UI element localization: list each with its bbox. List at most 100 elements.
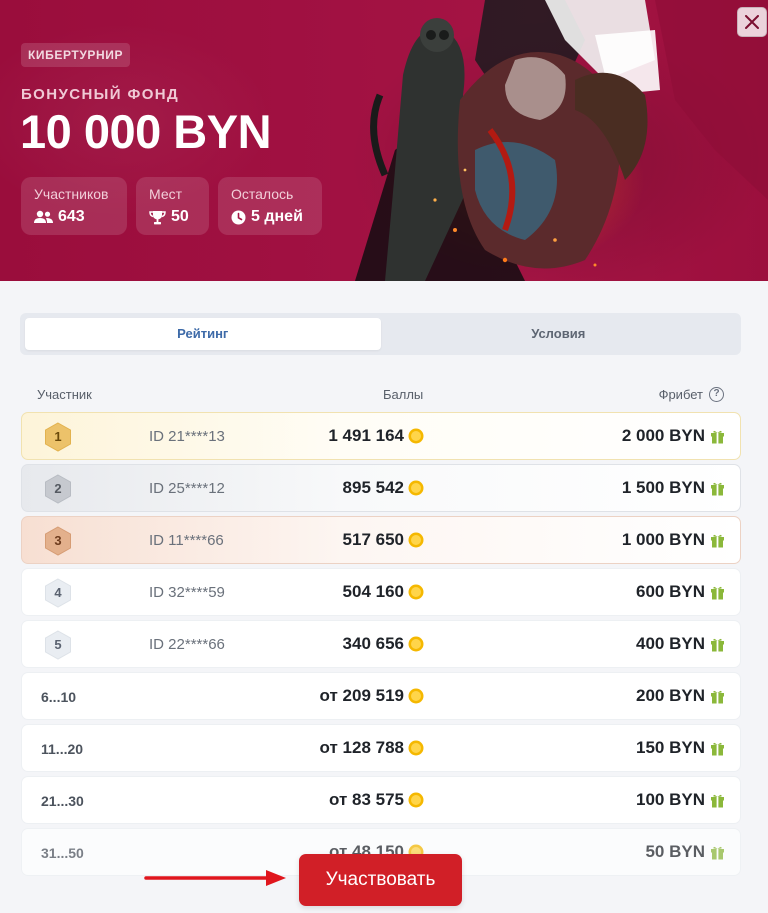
participant-id: ID 21****13 [149,428,225,445]
coin-icon [408,636,424,652]
freebet-value: 600 BYN [636,582,705,601]
rank-badge: 5 [44,630,72,660]
freebet-cell: 150 BYN [636,738,725,758]
tab-rating[interactable]: Рейтинг [25,318,381,350]
gift-icon [710,585,725,600]
rank-number: 4 [54,585,62,600]
gift-icon [710,481,725,496]
gift-icon [710,429,725,444]
points-cell: 1 491 164 [328,426,424,446]
rank-number: 5 [54,637,62,652]
participant-id: ID 32****59 [149,584,225,601]
freebet-value: 50 BYN [645,842,705,861]
tournament-hero-banner: КИБЕРТУРНИР БОНУСНЫЙ ФОНД 10 000 BYN Уча… [0,0,768,281]
rank-badge-silver: 2 [44,474,72,504]
stat-time-left-value: 5 дней [251,208,303,225]
leaderboard-table: 1 ID 21****13 1 491 164 2 000 BYN 2 ID 2… [21,412,741,880]
freebet-cell: 1 000 BYN [622,530,725,550]
bonus-fund-amount: 10 000 BYN [20,105,272,158]
freebet-value: 100 BYN [636,790,705,809]
rank-range: 11...20 [41,741,84,757]
coin-icon [408,688,424,704]
points-value: 1 491 164 [328,426,404,445]
participate-button[interactable]: Участвовать [299,854,462,906]
freebet-cell: 2 000 BYN [622,426,725,446]
leaderboard-row: 5 ID 22****66 340 656 400 BYN [21,620,741,668]
freebet-cell: 50 BYN [645,842,725,862]
points-value: 340 656 [342,634,404,653]
stat-participants-label: Участников [34,186,109,202]
tab-conditions[interactable]: Условия [381,318,737,350]
points-cell: от 209 519 [320,686,424,706]
leaderboard-row: 2 ID 25****12 895 542 1 500 BYN [21,464,741,512]
points-cell: 517 650 [343,530,424,550]
coin-icon [408,532,424,548]
rank-badge-gold: 1 [44,422,72,452]
leaderboard-row: 3 ID 11****66 517 650 1 000 BYN [21,516,741,564]
stat-participants-value: 643 [58,208,85,225]
leaderboard-row: 4 ID 32****59 504 160 600 BYN [21,568,741,616]
participant-id: ID 25****12 [149,480,225,497]
tournament-type-tag: КИБЕРТУРНИР [21,43,131,67]
leaderboard-row: 1 ID 21****13 1 491 164 2 000 BYN [21,412,741,460]
points-value: 517 650 [342,530,404,549]
leaderboard-row: 11...20 от 128 788 150 BYN [21,724,741,772]
clock-icon [231,210,246,225]
stat-places: Мест 50 [136,177,209,235]
freebet-value: 1 000 BYN [621,530,705,549]
gift-icon [710,533,725,548]
freebet-cell: 400 BYN [636,634,725,654]
close-button[interactable] [737,7,767,37]
rank-number: 2 [54,481,62,496]
gift-icon [710,689,725,704]
coin-icon [408,480,424,496]
points-value: от 83 575 [328,790,404,809]
freebet-value: 1 500 BYN [621,478,705,497]
freebet-cell: 1 500 BYN [622,478,725,498]
column-header-points: Баллы [383,387,424,402]
game-characters-artwork [355,0,768,281]
freebet-value: 150 BYN [636,738,705,757]
rank-range: 21...30 [41,793,84,809]
stat-time-left: Осталось 5 дней [218,177,322,235]
users-icon [34,210,53,224]
points-value: от 128 788 [319,738,404,757]
leaderboard-row: 21...30 от 83 575 100 BYN [21,776,741,824]
freebet-value: 2 000 BYN [621,426,705,445]
stat-participants: Участников 643 [21,177,127,235]
rank-badge: 4 [44,578,72,608]
rank-range: 31...50 [41,845,84,861]
points-value: 504 160 [342,582,404,601]
gift-icon [710,793,725,808]
points-cell: 340 656 [343,634,424,654]
points-value: 895 542 [342,478,404,497]
rank-badge-bronze: 3 [44,526,72,556]
close-icon [745,15,759,29]
freebet-cell: 200 BYN [636,686,725,706]
stat-time-left-label: Осталось [231,186,294,202]
points-value: от 209 519 [319,686,404,705]
column-header-freebet: Фрибет [658,387,703,402]
rank-range: 6...10 [41,689,77,705]
column-header-participant: Участник [37,387,92,402]
rank-number: 3 [54,533,62,548]
points-cell: от 128 788 [320,738,424,758]
stat-places-value: 50 [171,208,189,225]
freebet-cell: 600 BYN [636,582,725,602]
help-icon[interactable]: ? [709,387,724,402]
coin-icon [408,428,424,444]
column-header-freebet-wrap: Фрибет ? [659,387,724,402]
points-cell: от 83 575 [329,790,424,810]
rank-number: 1 [54,429,62,444]
stat-places-label: Мест [149,186,183,202]
gift-icon [710,741,725,756]
tournament-tabs: Рейтинг Условия [20,313,741,355]
participant-id: ID 22****66 [149,636,225,653]
coin-icon [408,792,424,808]
participant-id: ID 11****66 [149,532,224,549]
freebet-value: 400 BYN [636,634,705,653]
coin-icon [408,740,424,756]
freebet-value: 200 BYN [636,686,705,705]
trophy-icon [149,210,166,225]
bonus-fund-label: БОНУСНЫЙ ФОНД [21,86,180,103]
